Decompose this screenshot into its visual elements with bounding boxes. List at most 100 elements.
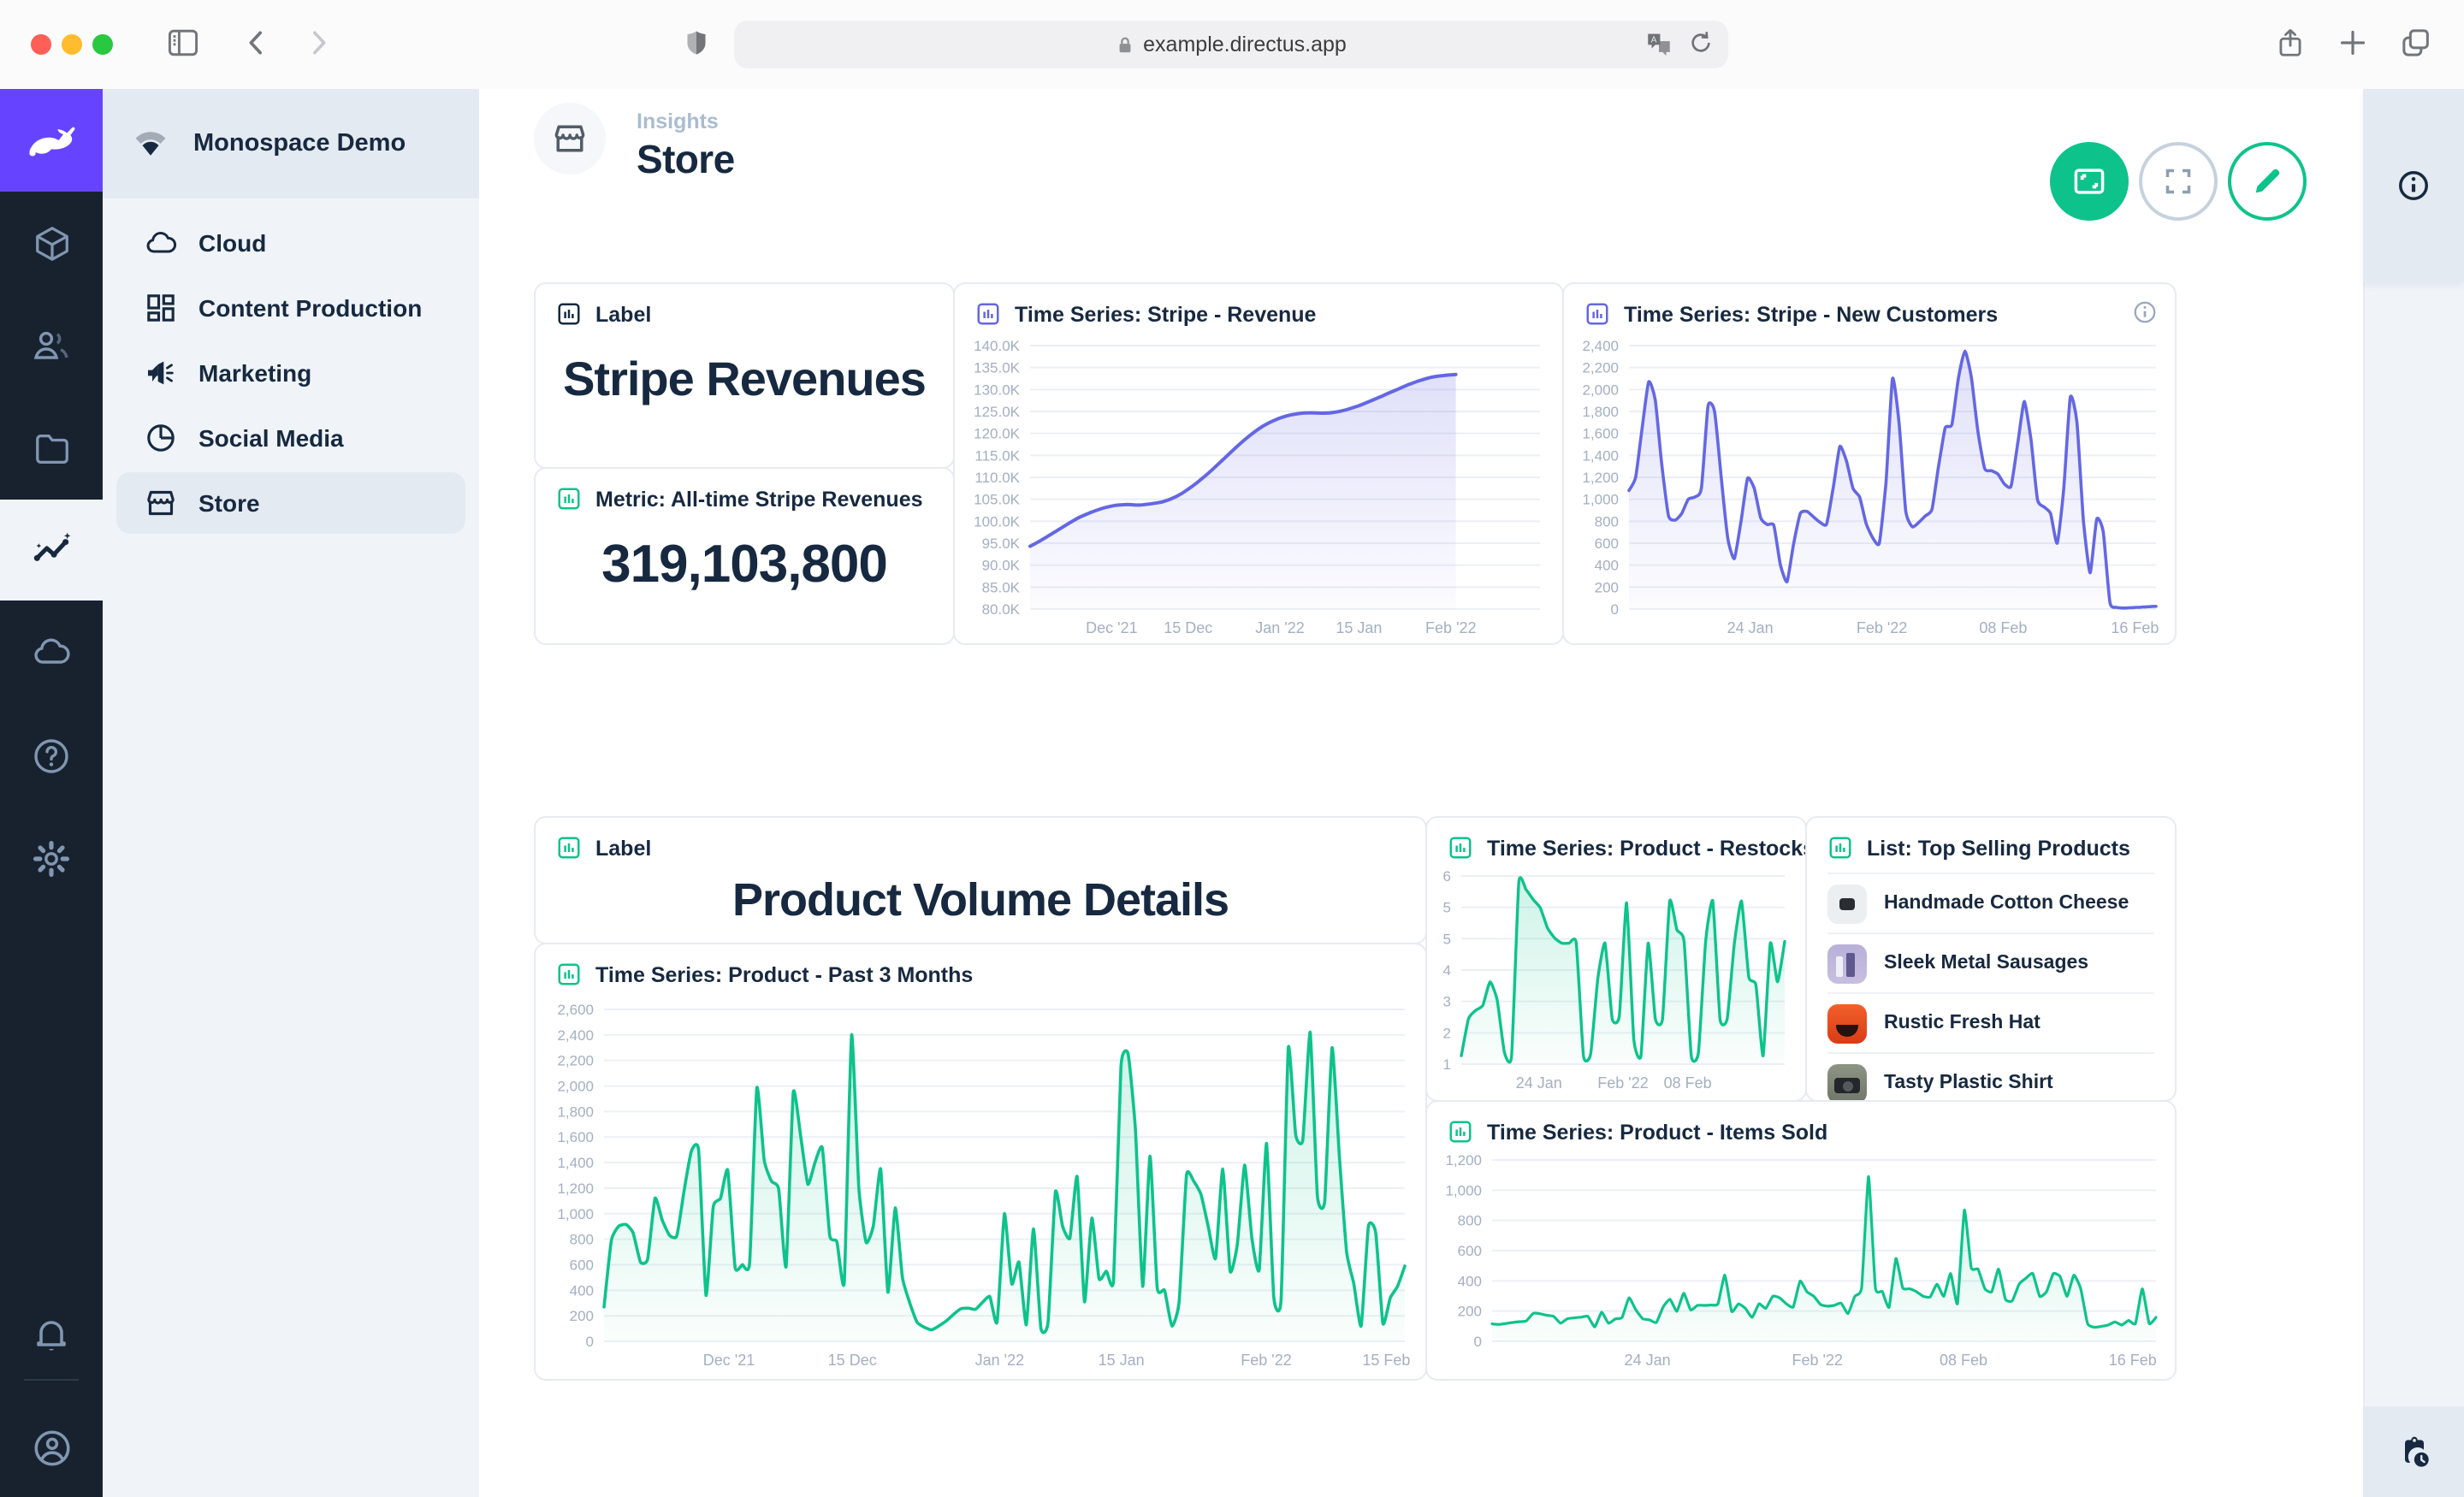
sidebar-item-store[interactable]: Store	[116, 472, 465, 534]
fullscreen-button[interactable]	[2139, 142, 2218, 221]
breadcrumb[interactable]: Insights	[637, 109, 719, 133]
privacy-shield-icon[interactable]	[681, 26, 712, 68]
dashboard-grid-icon	[144, 291, 178, 325]
gear-icon	[31, 838, 72, 879]
stripe-revenue-chart: 140.0K135.0K130.0K125.0K120.0K115.0K110.…	[962, 335, 1557, 640]
panel-top-selling: List: Top Selling Products Handmade Cott…	[1805, 816, 2177, 1102]
list-item[interactable]: Rustic Fresh Hat	[1827, 992, 2154, 1052]
page-title: Store	[637, 137, 735, 183]
svg-text:130.0K: 130.0K	[974, 382, 1021, 398]
browser-sidebar-toggle-icon[interactable]	[164, 24, 202, 70]
label-text: Product Volume Details	[536, 874, 1425, 927]
tab-overview-icon[interactable]	[2399, 26, 2433, 68]
pencil-icon	[2250, 164, 2284, 198]
svg-text:16 Feb: 16 Feb	[2111, 619, 2159, 636]
svg-text:200: 200	[1458, 1304, 1482, 1320]
fit-screen-icon	[2070, 163, 2108, 200]
user-avatar-button[interactable]	[0, 1399, 103, 1495]
reload-icon[interactable]	[1687, 29, 1715, 63]
module-cloud-button[interactable]	[0, 604, 103, 700]
svg-text:400: 400	[570, 1282, 594, 1299]
project-header[interactable]: Monospace Demo	[103, 89, 479, 198]
storefront-icon	[551, 120, 589, 157]
svg-text:1,000: 1,000	[1582, 492, 1619, 508]
svg-text:1,800: 1,800	[557, 1104, 594, 1120]
rabbit-logo-icon	[22, 111, 80, 169]
bell-icon	[31, 1314, 72, 1355]
share-icon[interactable]	[2274, 24, 2307, 70]
panel-title: Time Series: Product - Past 3 Months	[595, 962, 973, 986]
module-settings-button[interactable]	[0, 811, 103, 907]
product-thumbnail	[1827, 1003, 1867, 1043]
bar-chart-icon	[556, 835, 582, 861]
svg-text:800: 800	[570, 1232, 594, 1248]
sidebar-info-button[interactable]	[2363, 89, 2464, 282]
svg-text:2,400: 2,400	[1582, 338, 1619, 354]
bar-chart-icon	[1448, 835, 1473, 861]
svg-text:125.0K: 125.0K	[974, 404, 1021, 420]
cloud-icon	[31, 631, 72, 672]
svg-text:15 Jan: 15 Jan	[1099, 1352, 1145, 1369]
module-content-button[interactable]	[0, 195, 103, 291]
panel-info-icon[interactable]	[2132, 299, 2158, 334]
svg-text:200: 200	[1595, 579, 1619, 595]
module-insights-button[interactable]	[0, 500, 103, 601]
module-help-button[interactable]	[0, 708, 103, 804]
svg-text:800: 800	[1595, 513, 1619, 530]
close-window-button[interactable]	[31, 34, 51, 55]
svg-text:0: 0	[1474, 1334, 1482, 1350]
product-name: Tasty Plastic Shirt	[1884, 1073, 2053, 1093]
bar-chart-icon	[1827, 835, 1853, 861]
product-thumbnail	[1827, 884, 1867, 923]
svg-text:Dec '21: Dec '21	[703, 1352, 755, 1369]
activity-log-button[interactable]	[2363, 1406, 2464, 1497]
product-name: Sleek Metal Sausages	[1884, 953, 2088, 973]
list-item[interactable]: Sleek Metal Sausages	[1827, 932, 2154, 992]
panel-items-sold: Time Series: Product - Items Sold 1,2001…	[1425, 1100, 2177, 1381]
info-icon	[2396, 168, 2431, 204]
svg-text:3: 3	[1443, 994, 1451, 1010]
sidebar-item-content-production[interactable]: Content Production	[116, 277, 465, 339]
panel-title: Time Series: Product - Restocks	[1487, 836, 1815, 860]
svg-text:Jan '22: Jan '22	[975, 1352, 1024, 1369]
svg-text:08 Feb: 08 Feb	[1940, 1352, 1987, 1369]
forward-button-icon[interactable]	[301, 26, 335, 68]
module-users-button[interactable]	[0, 298, 103, 393]
svg-text:1,200: 1,200	[1582, 470, 1619, 486]
svg-text:2,400: 2,400	[557, 1027, 594, 1044]
translate-icon[interactable]: A	[1644, 29, 1673, 63]
module-files-button[interactable]	[0, 400, 103, 496]
lock-icon	[1116, 33, 1134, 56]
list-item[interactable]: Handmade Cotton Cheese	[1827, 873, 2154, 932]
svg-text:16 Feb: 16 Feb	[2109, 1352, 2157, 1369]
sidebar-item-marketing[interactable]: Marketing	[116, 342, 465, 404]
notifications-button[interactable]	[0, 1287, 103, 1382]
panel-title: Label	[595, 836, 651, 860]
address-bar[interactable]: example.directus.app A	[734, 21, 1728, 68]
directus-logo[interactable]	[0, 89, 103, 192]
metric-value: 319,103,800	[536, 534, 953, 595]
minimize-window-button[interactable]	[62, 34, 82, 55]
svg-text:135.0K: 135.0K	[974, 360, 1021, 376]
svg-text:90.0K: 90.0K	[982, 558, 1021, 574]
zoom-to-fit-button[interactable]	[2050, 142, 2129, 221]
new-tab-icon[interactable]	[2336, 26, 2370, 68]
panel-label-product: Label Product Volume Details	[534, 816, 1427, 944]
edit-dashboard-button[interactable]	[2228, 142, 2307, 221]
storefront-icon	[144, 486, 178, 520]
svg-text:400: 400	[1458, 1273, 1482, 1289]
sidebar-item-cloud[interactable]: Cloud	[116, 212, 465, 274]
svg-text:24 Jan: 24 Jan	[1516, 1074, 1562, 1092]
svg-text:105.0K: 105.0K	[974, 492, 1021, 508]
fullscreen-icon	[2161, 164, 2195, 198]
module-bar-divider	[24, 1379, 79, 1381]
page-icon-badge[interactable]	[534, 103, 606, 175]
cube-icon	[32, 223, 71, 263]
svg-text:95.0K: 95.0K	[982, 535, 1021, 552]
zoom-window-button[interactable]	[92, 34, 113, 55]
back-button-icon[interactable]	[240, 26, 274, 68]
svg-text:24 Jan: 24 Jan	[1727, 619, 1774, 636]
sidebar-item-social-media[interactable]: Social Media	[116, 407, 465, 469]
svg-text:24 Jan: 24 Jan	[1625, 1352, 1671, 1369]
folder-icon	[32, 429, 71, 468]
